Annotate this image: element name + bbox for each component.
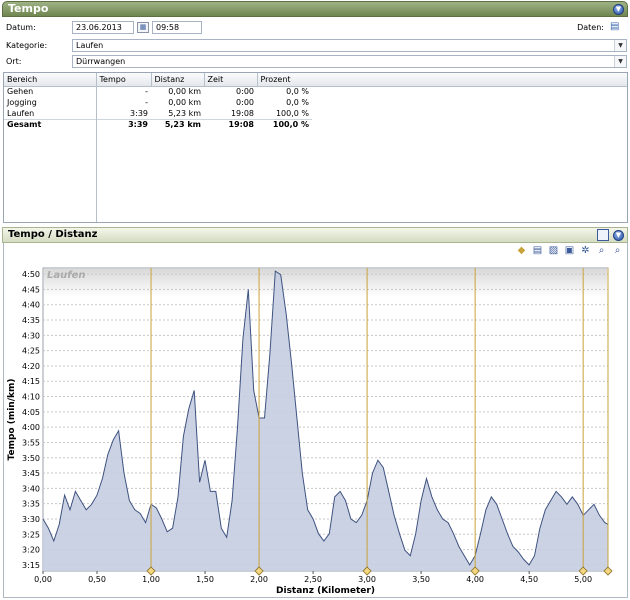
- cell-area: Laufen: [4, 108, 96, 120]
- table-header-fill: [312, 73, 627, 87]
- chevron-down-icon[interactable]: ▼: [614, 56, 626, 67]
- data-label: Daten:: [577, 23, 604, 32]
- table-view-icon[interactable]: ▤: [531, 244, 544, 257]
- marker-icon[interactable]: ◆: [515, 244, 528, 257]
- table-row[interactable]: Jogging - 0,00 km 0:00 0,0 %: [4, 97, 312, 108]
- cell-distance: 5,23 km: [151, 108, 204, 120]
- cell-percent: 0,0 %: [286, 87, 309, 97]
- cell-time: 0:00: [236, 87, 254, 97]
- cell-time: 0:00: [236, 98, 254, 107]
- summary-table: Bereich Tempo Distanz Zeit Prozent Gehen…: [4, 73, 313, 130]
- cell-time: 19:08: [228, 120, 254, 130]
- chevron-down-icon[interactable]: ▼: [614, 40, 626, 51]
- cell-percent: 0,0 %: [286, 98, 309, 107]
- panel-title-bar: Tempo ▼: [2, 1, 628, 17]
- cell-distance: 5,23 km: [164, 120, 201, 130]
- cell-pace: 3:39: [96, 108, 151, 120]
- table-row[interactable]: Gehen - 0,00 km 0:00 0,0 %: [4, 86, 312, 97]
- date-row: Datum: 23.06.2013 ▦ 09:58 Daten: ▤: [0, 21, 630, 35]
- panel-title: Tempo: [8, 2, 49, 15]
- list-view-icon[interactable]: [597, 229, 609, 241]
- column-header-distance[interactable]: Distanz: [151, 73, 205, 87]
- chart-frame: [3, 243, 628, 598]
- chart-view-icon[interactable]: ▨: [547, 244, 560, 257]
- column-divider: [96, 73, 97, 222]
- location-select[interactable]: Dürrwangen ▼: [72, 55, 627, 68]
- cell-time: 19:08: [204, 108, 257, 120]
- table-row[interactable]: Laufen 3:39 5,23 km 19:08 100,0 %: [4, 108, 312, 120]
- cell-area: Gesamt: [7, 120, 42, 130]
- chevron-down-icon[interactable]: ▼: [613, 230, 624, 241]
- cell-area: Gehen: [7, 87, 34, 97]
- chart-toolbar: ◆ ▤ ▨ ▣ ✲ ⌕ ⌕: [515, 244, 624, 258]
- save-icon[interactable]: ▣: [563, 244, 576, 257]
- summary-table-panel: Bereich Tempo Distanz Zeit Prozent Gehen…: [3, 72, 628, 223]
- table-row-total[interactable]: Gesamt 3:39 5,23 km 19:08 100,0 %: [4, 119, 312, 130]
- cell-pace: -: [145, 98, 148, 107]
- category-label: Kategorie:: [6, 41, 48, 50]
- chart-panel-title: Tempo / Distanz: [8, 229, 98, 240]
- column-header-area[interactable]: Bereich: [4, 73, 97, 87]
- calendar-icon[interactable]: ▦: [137, 22, 149, 33]
- zoom-out-icon[interactable]: ⌕: [611, 244, 624, 257]
- date-label: Datum:: [6, 23, 36, 32]
- settings-icon[interactable]: ✲: [579, 244, 592, 257]
- location-row: Ort: Dürrwangen ▼: [0, 55, 630, 69]
- time-input[interactable]: 09:58: [152, 21, 202, 34]
- location-label: Ort:: [6, 57, 22, 66]
- cell-area: Jogging: [7, 98, 37, 107]
- column-header-time[interactable]: Zeit: [204, 73, 258, 87]
- location-value: Dürrwangen: [76, 57, 126, 66]
- cell-distance: 0,00 km: [168, 87, 201, 97]
- column-header-pace[interactable]: Tempo: [96, 73, 152, 87]
- cell-percent: 100,0 %: [257, 108, 312, 120]
- category-row: Kategorie: Laufen ▼: [0, 39, 630, 53]
- chevron-down-icon[interactable]: ▼: [613, 4, 624, 15]
- category-select[interactable]: Laufen ▼: [72, 39, 627, 52]
- table-header-row: Bereich Tempo Distanz Zeit Prozent: [4, 73, 313, 87]
- data-menu-icon[interactable]: ▤: [610, 21, 624, 33]
- cell-distance: 0,00 km: [168, 98, 201, 107]
- column-header-percent[interactable]: Prozent: [257, 73, 313, 87]
- cell-percent: 100,0 %: [272, 120, 309, 130]
- chart-panel-title-bar: Tempo / Distanz ▼: [2, 227, 628, 243]
- category-value: Laufen: [76, 41, 104, 50]
- zoom-in-icon[interactable]: ⌕: [595, 244, 608, 257]
- cell-pace: -: [145, 87, 148, 97]
- date-input[interactable]: 23.06.2013: [72, 21, 134, 34]
- cell-pace: 3:39: [128, 120, 148, 130]
